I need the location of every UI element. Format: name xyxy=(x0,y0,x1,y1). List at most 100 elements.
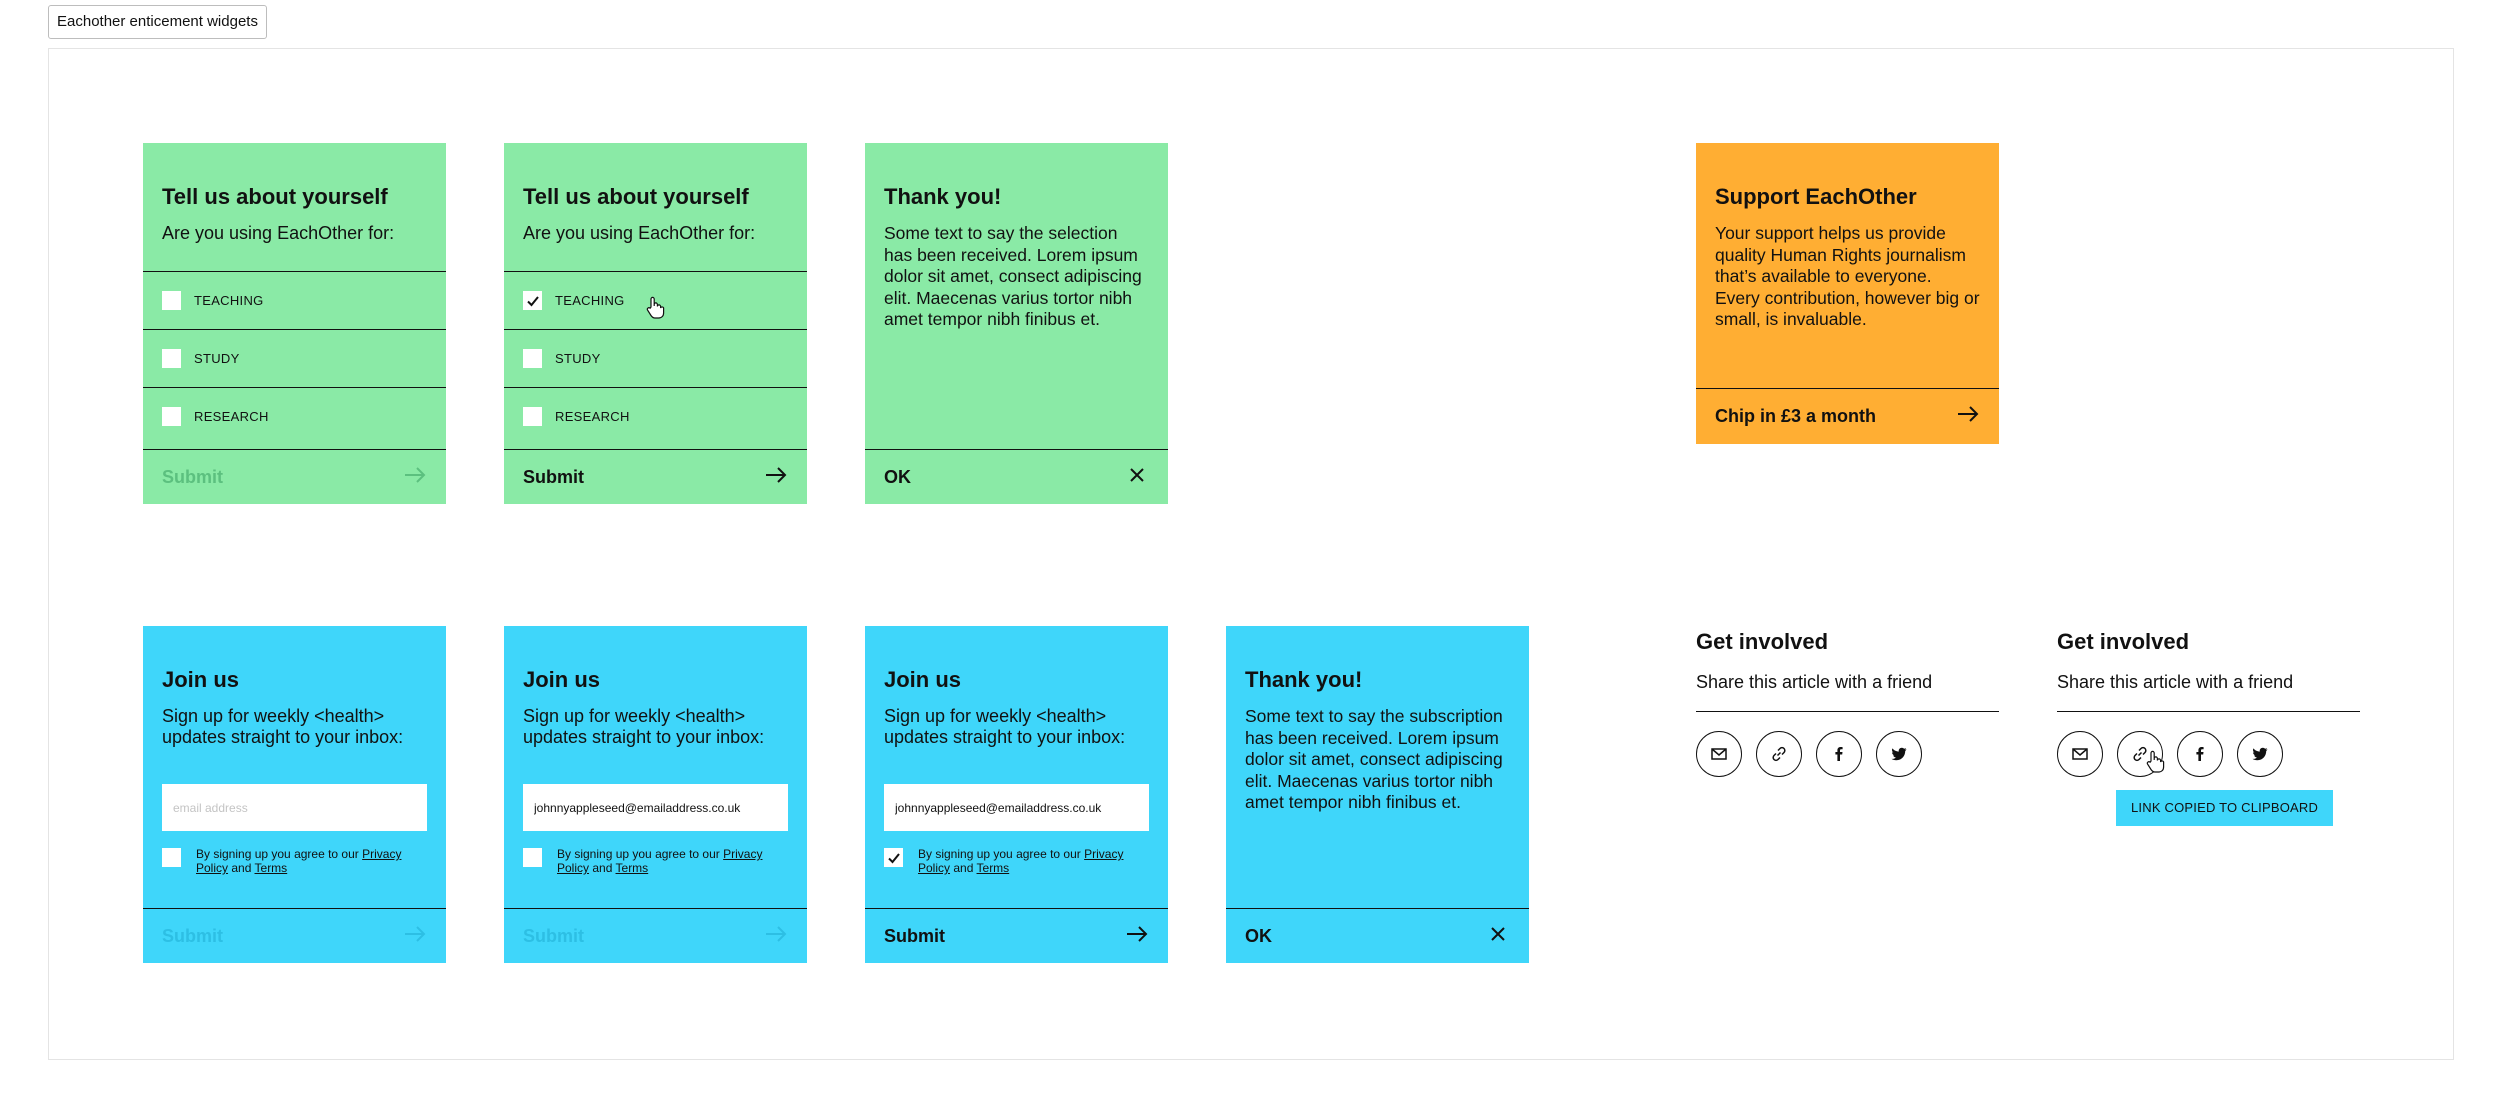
twitter-share-button[interactable] xyxy=(2237,731,2283,777)
email-input[interactable] xyxy=(523,784,788,831)
consent-prefix: By signing up you agree to our xyxy=(196,847,359,861)
checkbox-checked[interactable] xyxy=(523,291,542,310)
survey-thanks-card: Thank you! Some text to say the selectio… xyxy=(865,143,1168,504)
share-widget-copied: Get involved Share this article with a f… xyxy=(2057,628,2360,777)
arrow-right-icon xyxy=(1125,925,1149,948)
ok-button[interactable]: OK xyxy=(865,449,1168,504)
arrow-right-icon xyxy=(1956,405,1980,428)
divider xyxy=(1696,711,1999,712)
card-title: Join us xyxy=(162,667,240,692)
facebook-icon xyxy=(2196,747,2204,761)
email-icon xyxy=(2072,748,2088,760)
checkbox[interactable] xyxy=(162,349,181,368)
survey-card-empty: Tell us about yourself Are you using Eac… xyxy=(143,143,446,504)
consent-and: and xyxy=(231,861,252,875)
link-icon xyxy=(2133,746,2147,762)
consent-prefix: By signing up you agree to our xyxy=(557,847,720,861)
checkbox[interactable] xyxy=(162,407,181,426)
link-copied-tooltip: LINK COPIED TO CLIPBOARD xyxy=(2116,790,2334,826)
consent-checkbox[interactable] xyxy=(523,848,542,867)
chip-in-button[interactable]: Chip in £3 a month xyxy=(1696,388,1999,444)
option-label: STUDY xyxy=(555,351,601,366)
card-question: Are you using EachOther for: xyxy=(523,223,756,243)
checkbox[interactable] xyxy=(523,407,542,426)
close-icon[interactable] xyxy=(1125,466,1149,489)
card-title: Tell us about yourself xyxy=(162,184,388,209)
share-title: Get involved xyxy=(1696,629,1829,654)
signup-card-empty: Join us Sign up for weekly <health> upda… xyxy=(143,626,446,963)
share-icons xyxy=(2057,731,2360,777)
option-teaching[interactable]: TEACHING xyxy=(504,271,807,329)
consent-prefix: By signing up you agree to our xyxy=(918,847,1081,861)
option-research[interactable]: RESEARCH xyxy=(143,387,446,445)
option-study[interactable]: STUDY xyxy=(143,329,446,387)
option-study[interactable]: STUDY xyxy=(504,329,807,387)
twitter-icon xyxy=(1891,747,1907,761)
email-input[interactable] xyxy=(162,784,427,831)
support-card: Support EachOther Your support helps us … xyxy=(1696,143,1999,444)
option-label: STUDY xyxy=(194,351,240,366)
card-message: Your support helps us provide quality Hu… xyxy=(1715,223,1980,329)
card-message: Sign up for weekly <health> updates stra… xyxy=(523,706,765,747)
close-icon[interactable] xyxy=(1486,925,1510,948)
story-label[interactable]: Eachother enticement widgets xyxy=(48,5,267,39)
facebook-share-button[interactable] xyxy=(1816,731,1862,777)
option-label: TEACHING xyxy=(194,293,264,308)
copy-link-button[interactable] xyxy=(1756,731,1802,777)
submit-button[interactable]: Submit xyxy=(865,908,1168,963)
share-widget: Get involved Share this article with a f… xyxy=(1696,628,1999,777)
card-title: Tell us about yourself xyxy=(523,184,749,209)
checkmark-icon xyxy=(526,295,539,306)
option-list: TEACHING STUDY RESEARCH xyxy=(143,271,446,445)
card-title: Support EachOther xyxy=(1715,184,1917,209)
arrow-right-icon xyxy=(764,466,788,489)
email-input[interactable] xyxy=(884,784,1149,831)
survey-card-selected: Tell us about yourself Are you using Eac… xyxy=(504,143,807,504)
email-share-button[interactable] xyxy=(2057,731,2103,777)
card-message: Some text to say the subscription has be… xyxy=(1245,706,1503,812)
facebook-icon xyxy=(1835,747,1843,761)
twitter-icon xyxy=(2252,747,2268,761)
arrow-right-icon xyxy=(764,925,788,948)
consent-checkbox[interactable] xyxy=(162,848,181,867)
consent-and: and xyxy=(953,861,974,875)
share-subtitle: Share this article with a friend xyxy=(1696,672,1933,692)
twitter-share-button[interactable] xyxy=(1876,731,1922,777)
link-icon xyxy=(1772,746,1786,762)
signup-card-ready: Join us Sign up for weekly <health> upda… xyxy=(865,626,1168,963)
checkmark-icon xyxy=(887,852,900,863)
submit-label: Submit xyxy=(162,925,223,946)
checkbox[interactable] xyxy=(162,291,181,310)
signup-thanks-card: Thank you! Some text to say the subscrip… xyxy=(1226,626,1529,963)
submit-button[interactable]: Submit xyxy=(143,449,446,504)
facebook-share-button[interactable] xyxy=(2177,731,2223,777)
option-research[interactable]: RESEARCH xyxy=(504,387,807,445)
ok-button[interactable]: OK xyxy=(1226,908,1529,963)
consent-and: and xyxy=(592,861,613,875)
card-title: Join us xyxy=(523,667,601,692)
submit-button[interactable]: Submit xyxy=(143,908,446,963)
submit-label: Submit xyxy=(523,925,584,946)
submit-label: Submit xyxy=(162,466,223,487)
signup-card-filled: Join us Sign up for weekly <health> upda… xyxy=(504,626,807,963)
ok-label: OK xyxy=(884,466,911,487)
terms-link[interactable]: Terms xyxy=(255,861,288,875)
copy-link-button[interactable] xyxy=(2117,731,2163,777)
checkbox[interactable] xyxy=(523,349,542,368)
card-question: Are you using EachOther for: xyxy=(162,223,395,243)
card-title: Thank you! xyxy=(1245,667,1363,692)
terms-link[interactable]: Terms xyxy=(977,861,1010,875)
chip-in-label: Chip in £3 a month xyxy=(1715,406,1877,426)
card-title: Thank you! xyxy=(884,184,1002,209)
submit-button[interactable]: Submit xyxy=(504,449,807,504)
divider xyxy=(2057,711,2360,712)
consent-checkbox-checked[interactable] xyxy=(884,848,903,867)
submit-label: Submit xyxy=(884,925,945,946)
ok-label: OK xyxy=(1245,925,1272,946)
terms-link[interactable]: Terms xyxy=(616,861,649,875)
submit-label: Submit xyxy=(523,466,584,487)
option-teaching[interactable]: TEACHING xyxy=(143,271,446,329)
submit-button[interactable]: Submit xyxy=(504,908,807,963)
option-label: TEACHING xyxy=(555,293,625,308)
email-share-button[interactable] xyxy=(1696,731,1742,777)
